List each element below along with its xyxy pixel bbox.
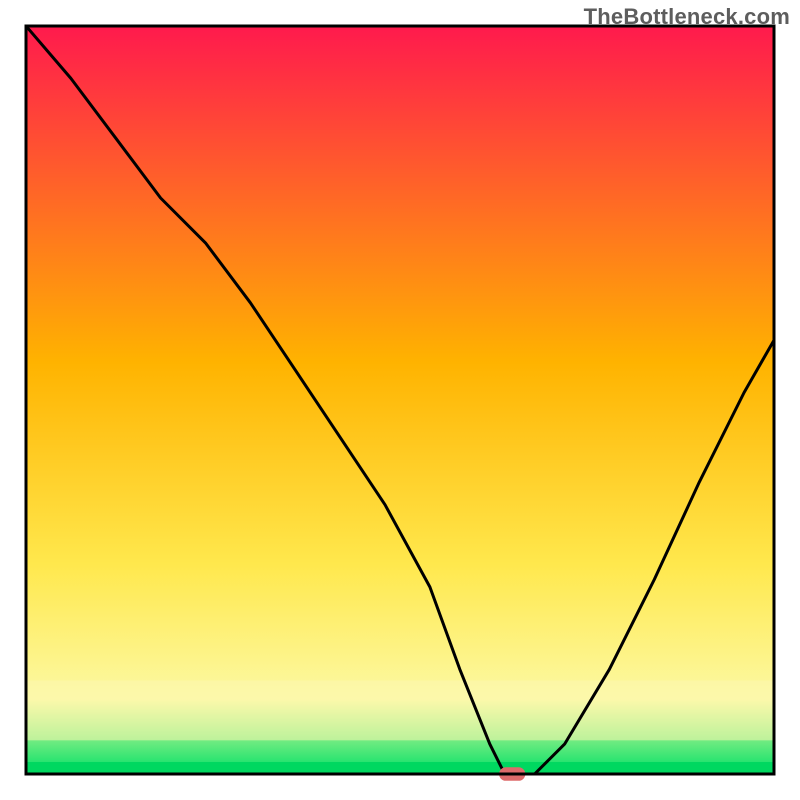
green-bottom-strip <box>26 762 774 774</box>
gradient-background <box>26 26 774 774</box>
attribution-label: TheBottleneck.com <box>584 4 790 30</box>
chart-container: TheBottleneck.com <box>0 0 800 800</box>
bottleneck-chart <box>0 0 800 800</box>
yellow-band <box>26 681 774 741</box>
